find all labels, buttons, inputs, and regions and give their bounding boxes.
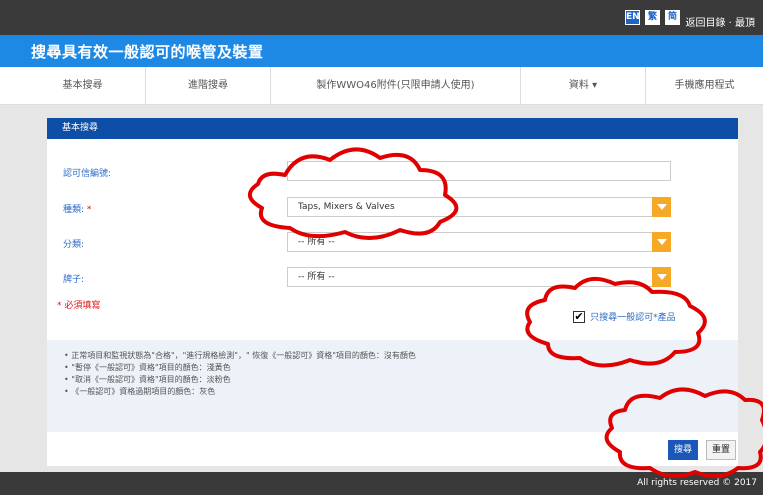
search-panel: 基本搜尋 認可信編號: 種類: * Taps, Mixers & Valves …: [47, 118, 738, 466]
approved-only-checkbox-row[interactable]: ✔ 只搜尋一般認可*產品: [573, 306, 676, 325]
title-bar: 搜尋具有效一般認可的喉管及裝置: [0, 35, 763, 67]
top-bar: EN 繁 简 返回目錄 · 最頂: [0, 0, 763, 35]
note-item: • 正常項目和監視狀態為"合格"，"進行規格檢測"，" 恢復《一般認可》資格"項…: [64, 351, 416, 360]
panel-heading: 基本搜尋: [47, 118, 738, 139]
nav-mobile-app[interactable]: 手機應用程式: [645, 67, 763, 105]
top-links[interactable]: 返回目錄 · 最頂: [685, 14, 755, 29]
category-label: 分類:: [63, 240, 85, 250]
nav-info[interactable]: 資料 ▾: [520, 67, 645, 105]
reset-button[interactable]: 重置: [706, 440, 736, 460]
required-mark: *: [86, 205, 92, 215]
brand-label: 牌子:: [63, 275, 85, 285]
lang-sc-button[interactable]: 简: [665, 10, 680, 25]
type-label-text: 種類:: [63, 205, 85, 215]
nav-wwo46[interactable]: 製作WWO46附件(只限申請人使用): [270, 67, 520, 105]
note-item: • "取消《一般認可》資格"項目的顏色：淡粉色: [64, 375, 231, 384]
approved-only-label[interactable]: 只搜尋一般認可*產品: [590, 313, 676, 323]
lang-en-button[interactable]: EN: [625, 10, 640, 25]
note-item: • "暫停《一般認可》資格"項目的顏色：淺黃色: [64, 363, 231, 372]
approval-label: 認可信編號:: [63, 169, 112, 179]
category-select[interactable]: -- 所有 --: [287, 232, 671, 252]
main-area: 基本搜尋 認可信編號: 種類: * Taps, Mixers & Valves …: [0, 105, 763, 472]
search-button[interactable]: 搜尋: [668, 440, 698, 460]
note-item: • 《一般認可》資格過期項目的顏色：灰色: [64, 387, 216, 396]
footer: All rights reserved © 2017: [0, 472, 763, 495]
nav-advanced-search[interactable]: 進階搜尋: [145, 67, 270, 105]
type-dropdown-arrow-icon[interactable]: [652, 197, 671, 217]
lang-tc-button[interactable]: 繁: [645, 10, 660, 25]
nav-basic-search[interactable]: 基本搜尋: [20, 67, 145, 105]
type-label: 種類: *: [63, 202, 91, 215]
main-nav: 基本搜尋 進階搜尋 製作WWO46附件(只限申請人使用) 資料 ▾ 手機應用程式: [0, 67, 763, 105]
brand-select[interactable]: -- 所有 --: [287, 267, 671, 287]
type-select[interactable]: Taps, Mixers & Valves: [287, 197, 671, 217]
approved-only-checkbox[interactable]: ✔: [573, 310, 585, 323]
approval-input[interactable]: [287, 161, 671, 181]
required-note: * 必須填寫: [57, 301, 101, 311]
brand-dropdown-arrow-icon[interactable]: [652, 267, 671, 287]
category-dropdown-arrow-icon[interactable]: [652, 232, 671, 252]
page-title: 搜尋具有效一般認可的喉管及裝置: [31, 43, 264, 61]
colour-legend-notes: • 正常項目和監視狀態為"合格"，"進行規格檢測"，" 恢復《一般認可》資格"項…: [47, 340, 738, 432]
copyright-text: All rights reserved © 2017: [637, 478, 757, 488]
